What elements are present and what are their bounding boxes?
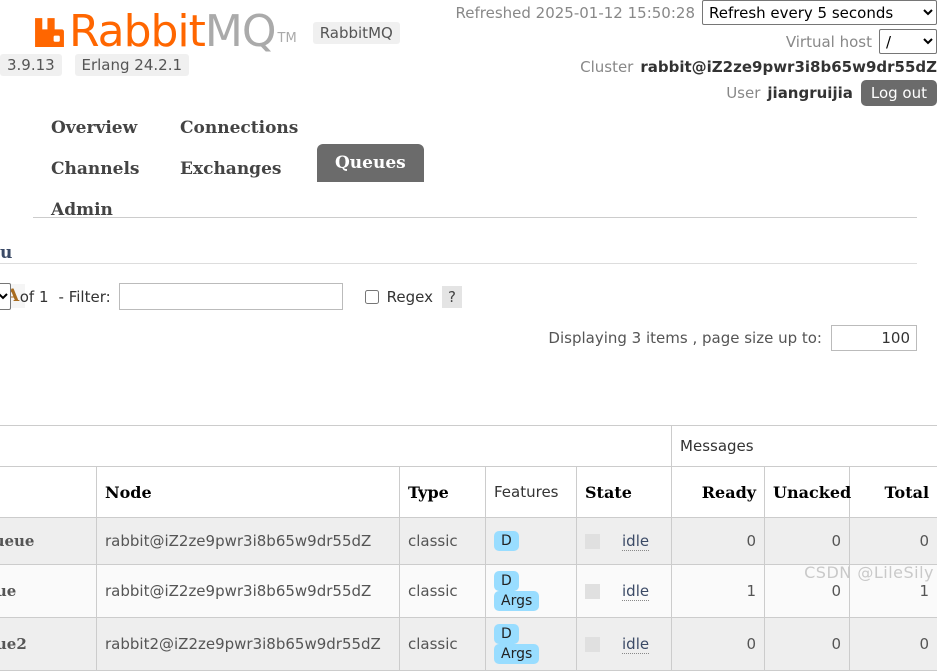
refresh-line: Refreshed 2025-01-12 15:50:28 Refresh ev… [377,0,937,25]
queues-table: Messages ame Node Type Features State Re… [0,426,937,671]
cluster-label: Cluster [580,58,634,76]
vhost-line: Virtual host / [377,29,937,54]
state-swatch-icon [585,533,600,549]
tab-connections[interactable]: Connections [162,109,316,147]
main-navigation: u A Overview Connections Channels Exchan… [0,103,937,308]
group-header-blank [0,426,673,467]
version-pills: 3.9.13 Erlang 24.2.1 [0,54,400,76]
feature-badge[interactable]: D [494,571,519,591]
cell-node: rabbit@iZ2ze9pwr3i8b65w9dr55dZ [96,517,400,565]
cell-unacked: 0 [764,517,851,565]
cell-state: idle [575,617,673,671]
brand-block: Rabbit MQ TM RabbitMQ 3.9.13 Erlang 24.2… [0,6,400,76]
feature-badge[interactable]: Args [494,644,540,664]
pagination-section: ination ge 1 of 1 - Filter: Regex ? Disp… [0,236,937,351]
tab-admin[interactable]: Admin [33,191,131,229]
col-header-node[interactable]: Node [96,466,400,518]
col-header-features[interactable]: Features [485,466,577,518]
group-header-messages: Messages [671,426,937,467]
pagination-controls: ge 1 of 1 - Filter: Regex ? [0,283,937,310]
cell-features: DArgs [485,617,577,671]
cell-type: classic [399,617,486,671]
page-total-label: of 1 [19,287,49,306]
header-right: Refreshed 2025-01-12 15:50:28 Refresh ev… [377,0,937,110]
page-number-select[interactable]: 1 [0,283,11,310]
cell-node: rabbit2@iZ2ze9pwr3i8b65w9dr55dZ [96,617,400,671]
queues-table-body: rectQueuerabbit@iZ2ze9pwr3i8b65w9dr55dZc… [0,517,937,671]
cell-queue-name[interactable]: rectQueue [0,517,97,565]
state-label[interactable]: idle [622,532,650,551]
page-root: Rabbit MQ TM RabbitMQ 3.9.13 Erlang 24.2… [0,0,937,671]
user-label: User [726,84,761,102]
filter-label: - Filter: [58,287,111,306]
user-value: jiangruijia [767,84,853,102]
cluster-line: Cluster rabbit@iZ2ze9pwr3i8b65w9dr55dZ [377,58,937,76]
col-header-ready[interactable]: Ready [671,466,766,518]
queues-table-section: verview Messages ame Node Type Features … [0,396,937,671]
rabbitmq-version-pill: 3.9.13 [0,54,62,76]
cell-ready: 1 [671,564,766,618]
feature-badge[interactable]: Args [494,591,540,611]
logo-text-rabbit: Rabbit [69,6,206,57]
state-label[interactable]: idle [622,635,650,654]
refreshed-timestamp: Refreshed 2025-01-12 15:50:28 [455,3,695,22]
tab-exchanges[interactable]: Exchanges [162,150,299,188]
pagination-heading: ination [0,236,917,264]
cell-total: 0 [849,617,937,671]
table-row[interactable]: stQueue2rabbit2@iZ2ze9pwr3i8b65w9dr55dZc… [0,617,937,671]
tab-overview[interactable]: Overview [33,109,155,147]
cell-type: classic [399,564,486,618]
cell-features: DArgs [485,564,577,618]
cell-node: rabbit@iZ2ze9pwr3i8b65w9dr55dZ [96,564,400,618]
cluster-value: rabbit@iZ2ze9pwr3i8b65w9dr55dZ [640,58,937,76]
cell-queue-name[interactable]: stQueue2 [0,617,97,671]
cell-unacked: 0 [764,617,851,671]
cell-ready: 0 [671,617,766,671]
vhost-select[interactable]: / [879,29,937,54]
table-row[interactable]: rectQueuerabbit@iZ2ze9pwr3i8b65w9dr55dZc… [0,517,937,565]
feature-badge[interactable]: D [494,531,519,551]
col-header-unacked[interactable]: Unacked [764,466,851,518]
table-header-row: ame Node Type Features State Ready Unack… [0,466,937,518]
cell-total: 0 [849,517,937,565]
col-header-total[interactable]: Total [849,466,937,518]
regex-checkbox[interactable] [364,289,379,304]
regex-label: Regex [386,287,433,306]
page-size-input[interactable] [831,325,917,351]
logo-trademark: TM [277,31,297,46]
cell-ready: 0 [671,517,766,565]
logo-text-mq: MQ [204,6,277,57]
col-header-name[interactable]: ame [0,466,97,518]
table-row[interactable]: stQueuerabbit@iZ2ze9pwr3i8b65w9dr55dZcla… [0,564,937,618]
state-label[interactable]: idle [622,582,650,601]
page-header: Rabbit MQ TM RabbitMQ 3.9.13 Erlang 24.2… [0,0,937,118]
erlang-version-pill: Erlang 24.2.1 [74,54,190,76]
cell-queue-name[interactable]: stQueue [0,564,97,618]
displaying-text: Displaying 3 items , page size up to: [548,329,822,347]
col-header-state[interactable]: State [575,466,673,518]
cell-type: classic [399,517,486,565]
vhost-label: Virtual host [785,32,872,51]
cell-state: idle [575,517,673,565]
cell-unacked: 0 [764,564,851,618]
state-swatch-icon [585,636,600,652]
col-header-type[interactable]: Type [399,466,486,518]
table-caption-overview: verview [0,396,937,426]
regex-help-icon[interactable]: ? [442,285,462,308]
cell-state: idle [575,564,673,618]
filter-input[interactable] [118,283,343,310]
tab-channels[interactable]: Channels [33,150,157,188]
table-group-header-row: Messages [0,426,937,467]
cell-total: 1 [849,564,937,618]
displaying-row: Displaying 3 items , page size up to: [0,325,917,351]
rabbitmq-logo-icon [35,18,64,47]
tab-queues[interactable]: Queues [317,144,424,182]
cell-features: D [485,517,577,565]
feature-badge[interactable]: D [494,624,519,644]
refresh-interval-select[interactable]: Refresh every 5 seconds [702,0,937,25]
